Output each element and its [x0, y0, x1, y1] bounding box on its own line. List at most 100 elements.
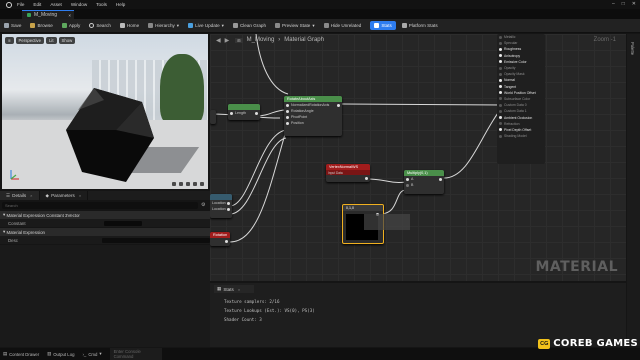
search-icon: [89, 23, 95, 28]
check-icon: [61, 23, 67, 28]
material-graph-logo-icon: ⊞: [235, 37, 243, 43]
result-pin-label: Subsurface Color: [504, 96, 531, 101]
vertex-output-pin[interactable]: [365, 176, 368, 180]
browse-button[interactable]: Browse: [30, 23, 53, 28]
result-input-pin-icon: [499, 47, 502, 51]
result-input-pin-icon: [499, 35, 502, 39]
result-input-pin-icon: [499, 103, 502, 107]
length-node[interactable]: Length: [228, 104, 260, 120]
menu-edit[interactable]: Edit: [33, 2, 41, 7]
section-material-expression[interactable]: ▾ Material Expression: [0, 228, 210, 236]
breadcrumb-graph[interactable]: Material Graph: [284, 37, 324, 43]
stats-button[interactable]: Stats: [370, 21, 396, 30]
pin-position[interactable]: Position: [284, 120, 342, 126]
location-node-partial[interactable]: Location Location: [210, 194, 232, 218]
close-window-icon[interactable]: ✕: [632, 1, 636, 7]
tab-m-moving[interactable]: M_Moving ×: [22, 10, 74, 19]
result-pin-label: Anisotropy: [504, 53, 521, 58]
save-button[interactable]: Save: [4, 23, 21, 28]
result-pin-label: World Position Offset: [504, 90, 536, 95]
cylinder-icon[interactable]: [172, 182, 176, 186]
sphere-icon[interactable]: [179, 182, 183, 186]
tab-parameters[interactable]: ◆ Parameters ×: [40, 191, 89, 200]
viewport-menu-button[interactable]: ≡: [5, 37, 14, 44]
window-controls: – □ ✕: [612, 1, 636, 7]
perspective-button[interactable]: Perspective: [15, 37, 44, 44]
close-icon[interactable]: ×: [30, 193, 32, 198]
preview-state-button[interactable]: Preview State ▾: [275, 23, 315, 29]
multiply-pin-b[interactable]: B: [404, 182, 444, 188]
unreal-logo-icon[interactable]: [6, 1, 12, 8]
result-input-pin-icon: [499, 54, 502, 58]
close-icon[interactable]: ×: [238, 287, 240, 292]
maximize-icon[interactable]: □: [622, 1, 625, 7]
output-log-button[interactable]: ▥ Output Log: [47, 351, 74, 357]
gear-icon[interactable]: ⚙: [201, 202, 205, 208]
material-result-node[interactable]: Metallic Specular Roughness Anisotropy Emiss…: [497, 34, 545, 164]
menu-window[interactable]: Window: [71, 2, 87, 7]
chevron-down-icon: ▾: [221, 22, 224, 28]
tab-details[interactable]: ☰ Details ×: [0, 191, 40, 200]
menu-asset[interactable]: Asset: [50, 2, 62, 7]
constant-color-swatch[interactable]: [103, 221, 142, 226]
tab-label: M_Moving: [34, 12, 58, 18]
save-icon: [4, 23, 9, 28]
result-input-pin-icon: [499, 41, 502, 45]
result-pin-label: Roughness: [504, 47, 522, 52]
const-node-title: 0,1,0: [343, 205, 383, 211]
result-pin-label: Emissive Color: [504, 59, 527, 64]
forward-arrow-icon[interactable]: ▶: [225, 37, 230, 44]
axis-gizmo-icon: [10, 170, 19, 180]
search-button[interactable]: Search: [89, 23, 111, 28]
palette-tab[interactable]: Palette: [630, 42, 635, 55]
close-icon[interactable]: ×: [79, 193, 81, 198]
lit-button[interactable]: Lit: [45, 37, 57, 44]
section-constant-3vector[interactable]: ▾ Material Expression Constant 3Vector: [0, 211, 210, 219]
live-update-button[interactable]: Live Update ▾: [188, 23, 224, 29]
cube-icon[interactable]: [193, 182, 197, 186]
content-drawer-button[interactable]: ▤ Content Drawer: [3, 351, 39, 357]
menu-help[interactable]: Help: [116, 2, 125, 7]
coreb-games-branding: CG COREB GAMES: [538, 338, 638, 349]
hide-unrelated-button[interactable]: Hide Unrelated: [323, 23, 361, 28]
material-graph-canvas[interactable]: ◀ ▶ ⊞ M_Moving › Material Graph Zoom -1 …: [210, 34, 626, 281]
property-row-constant: Constant: [0, 220, 210, 228]
menu-tools[interactable]: Tools: [96, 2, 107, 7]
clean-graph-icon: [232, 23, 238, 28]
console-command-input[interactable]: Enter Console Command: [109, 348, 162, 360]
back-arrow-icon[interactable]: ◀: [216, 37, 221, 44]
multiply-node[interactable]: Multiply(0,1) A B: [404, 170, 444, 194]
graph-wires: [210, 34, 505, 243]
cmd-dropdown[interactable]: ›_ Cmd ▾: [82, 351, 101, 357]
desc-field[interactable]: [102, 238, 210, 243]
platform-stats-button[interactable]: Platform Stats: [401, 23, 438, 28]
rotation-node-partial[interactable]: Rotation: [210, 232, 230, 246]
property-row-desc: Desc: [0, 237, 210, 245]
home-button[interactable]: Home: [119, 23, 139, 28]
details-search-input[interactable]: Search: [2, 202, 198, 209]
menu-file[interactable]: File: [17, 2, 24, 7]
stats-line-shader-count: Shader Count: 3: [224, 317, 262, 322]
tab-close-icon[interactable]: ×: [68, 13, 71, 18]
hierarchy-button[interactable]: Hierarchy ▾: [148, 23, 179, 29]
teapot-icon[interactable]: [200, 182, 204, 186]
stats-tab[interactable]: ▦ Stats ×: [214, 285, 254, 293]
offscreen-node-left[interactable]: [210, 110, 216, 124]
breadcrumb-root[interactable]: M_Moving: [247, 37, 275, 43]
preview-cube-mesh: [66, 88, 154, 182]
minimize-icon[interactable]: –: [612, 1, 615, 7]
result-input-pin-icon: [499, 116, 502, 120]
length-output-pin[interactable]: Length: [228, 110, 260, 116]
plane-icon[interactable]: [186, 182, 190, 186]
preview-viewport[interactable]: ≡ Perspective Lit Show: [2, 34, 208, 189]
show-button[interactable]: Show: [58, 37, 76, 44]
clean-graph-button[interactable]: Clean Graph: [232, 23, 266, 28]
rotate-about-axis-node[interactable]: RotateAboutAxis NormalizedRotationAxis R…: [284, 96, 342, 136]
apply-button[interactable]: Apply: [61, 23, 80, 28]
stats-icon: [374, 23, 380, 28]
location-pin-bottom[interactable]: Location: [210, 206, 232, 212]
vertex-normal-ws-node[interactable]: VertexNormalWS Input Data: [326, 164, 370, 182]
result-pin[interactable]: Shading Model: [497, 133, 545, 139]
details-icon: ☰: [6, 192, 11, 198]
chevron-down-icon: ▾: [99, 351, 102, 356]
